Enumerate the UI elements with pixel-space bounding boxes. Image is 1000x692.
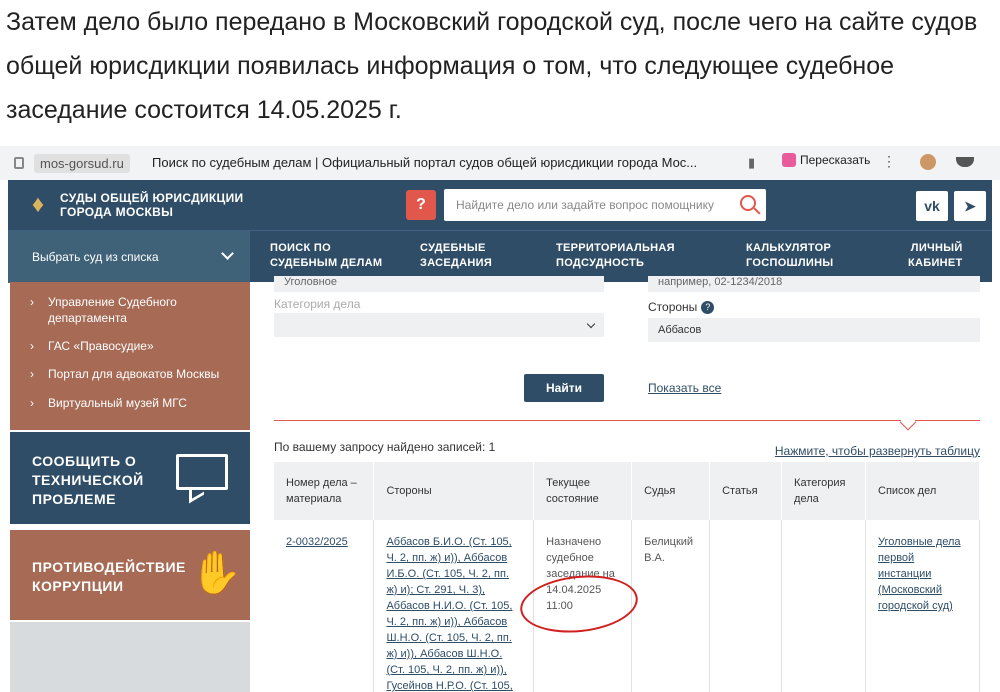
court-select-label: Выбрать суд из списка	[32, 250, 159, 264]
nav-jurisdiction[interactable]: ТЕРРИТОРИАЛЬНАЯ ПОДСУДНОСТЬ	[556, 241, 675, 271]
case-number-link[interactable]: 2-0032/2025	[286, 536, 348, 548]
column-header: Судья	[631, 462, 711, 520]
link-text: департамента	[48, 311, 127, 325]
retell-icon	[782, 153, 796, 167]
status-text: судебное	[546, 552, 594, 564]
sidebar-link-lawyers[interactable]: Портал для адвокатов Москвы	[30, 366, 219, 382]
report-problem-text: СООБЩИТЬ О ТЕХНИЧЕСКОЙ ПРОБЛЕМЕ	[32, 452, 144, 509]
column-header: Текущее состояние	[533, 462, 633, 520]
nav-case-search[interactable]: ПОИСК ПО СУДЕБНЫМ ДЕЛАМ	[270, 241, 382, 271]
nav-label: ПОДСУДНОСТЬ	[556, 257, 645, 269]
category-select[interactable]	[274, 313, 604, 337]
site-logo-text[interactable]: СУДЫ ОБЩЕЙ ЮРИСДИКЦИИ ГОРОДА МОСКВЫ	[60, 191, 260, 219]
banner-line: КОРРУПЦИИ	[32, 578, 124, 594]
coat-of-arms-icon: ♦	[31, 191, 45, 218]
results-table: Номер дела – материала Стороны Текущее с…	[274, 462, 980, 692]
banner-line: ПРОТИВОДЕЙСТВИЕ	[32, 559, 186, 575]
sidebar: Управление Судебного департамента ГАС «П…	[10, 282, 250, 692]
parties-label: Стороны?	[648, 300, 715, 315]
parties-cell: Аббасов Б.И.О. (Ст. 105, Ч. 2, пп. ж) и)…	[373, 520, 535, 692]
extension-icon[interactable]	[920, 154, 936, 170]
article-cell	[709, 520, 783, 692]
find-button[interactable]: Найти	[524, 374, 604, 402]
sidebar-links: Управление Судебного департамента ГАС «П…	[10, 282, 250, 430]
results-count: По вашему запросу найдено записей: 1	[274, 440, 496, 454]
case-type-select[interactable]: Уголовное	[274, 276, 604, 292]
browser-bar: mos-gorsud.ru Поиск по судебным делам | …	[0, 146, 1000, 180]
anti-corruption-banner[interactable]: ПРОТИВОДЕЙСТВИЕ КОРРУПЦИИ ✋	[10, 530, 250, 620]
nav-personal-account[interactable]: ЛИЧНЫЙ КАБИНЕТ	[908, 241, 963, 271]
nav-label: КАЛЬКУЛЯТОР	[746, 242, 832, 254]
bookmark-icon[interactable]: ▮	[748, 155, 755, 171]
search-box	[444, 189, 766, 221]
banner-line: ПРОБЛЕМЕ	[32, 491, 116, 507]
expand-table-link[interactable]: Нажмите, чтобы развернуть таблицу	[775, 444, 980, 458]
nav-label: ПОИСК ПО	[270, 242, 331, 254]
parties-label-text: Стороны	[648, 300, 698, 314]
nav-fee-calculator[interactable]: КАЛЬКУЛЯТОР ГОСПОШЛИНЫ	[746, 241, 833, 271]
category-label: Категория дела	[274, 297, 361, 311]
telegram-icon[interactable]: ➤	[954, 191, 986, 221]
column-header: Список дел	[865, 462, 980, 520]
case-list-link[interactable]: Уголовные дела первой инстанции (Московс…	[878, 536, 961, 612]
judge-cell: Белицкий В.А.	[631, 520, 711, 692]
category-cell	[781, 520, 867, 692]
link-text: Управление Судебного	[48, 295, 177, 309]
nav-label: ТЕРРИТОРИАЛЬНАЯ	[556, 242, 675, 254]
retell-label: Пересказать	[800, 153, 871, 167]
column-header: Статья	[709, 462, 783, 520]
banner-line: ТЕХНИЧЕСКОЙ	[32, 472, 144, 488]
domain-label: mos-gorsud.ru	[34, 153, 130, 173]
nav-label: ГОСПОШЛИНЫ	[746, 257, 834, 269]
article-paragraph: Затем дело было передано в Московский го…	[6, 8, 978, 124]
nav-label: КАБИНЕТ	[908, 257, 963, 269]
lock-icon	[14, 157, 24, 169]
chevron-down-icon	[586, 319, 596, 329]
more-menu-icon[interactable]: ⋮	[882, 153, 896, 170]
list-cell: Уголовные дела первой инстанции (Московс…	[865, 520, 980, 692]
site-name-line2: ГОРОДА МОСКВЫ	[60, 205, 174, 219]
nav-label: СУДЕБНЫЕ	[420, 242, 486, 254]
sidebar-link-museum[interactable]: Виртуальный музей МГС	[30, 395, 187, 411]
browser-tab-title: Поиск по судебным делам | Официальный по…	[152, 155, 698, 170]
site-header: ♦ СУДЫ ОБЩЕЙ ЮРИСДИКЦИИ ГОРОДА МОСКВЫ ? …	[8, 180, 992, 230]
banner-line: СООБЩИТЬ О	[32, 453, 137, 469]
case-number-cell: 2-0032/2025	[274, 520, 375, 692]
divider	[274, 420, 980, 421]
sidebar-link-gas[interactable]: ГАС «Правосудие»	[30, 338, 154, 354]
nav-label: ЛИЧНЫЙ	[910, 242, 963, 254]
help-button[interactable]: ?	[406, 190, 436, 220]
address-bar[interactable]: mos-gorsud.ru	[14, 152, 130, 174]
column-header: Стороны	[373, 462, 535, 520]
nav-label: СУДЕБНЫМ ДЕЛАМ	[270, 257, 383, 269]
column-header: Номер дела – материала	[274, 462, 375, 520]
vk-icon[interactable]: vk	[916, 191, 948, 221]
screenshot: mos-gorsud.ru Поиск по судебным делам | …	[0, 146, 1000, 692]
sidebar-background	[10, 622, 250, 692]
nav-label: ЗАСЕДАНИЯ	[420, 257, 493, 269]
case-number-field[interactable]: например, 02-1234/2018	[648, 276, 980, 292]
retell-button[interactable]: Пересказать	[782, 153, 870, 167]
hand-icon: ✋	[190, 549, 243, 596]
status-text: Назначено	[546, 536, 602, 548]
site-name-line1: СУДЫ ОБЩЕЙ ЮРИСДИКЦИИ	[60, 191, 244, 205]
profile-icon[interactable]	[956, 157, 974, 167]
search-icon[interactable]	[740, 195, 756, 211]
report-problem-banner[interactable]: СООБЩИТЬ О ТЕХНИЧЕСКОЙ ПРОБЛЕМЕ	[10, 432, 250, 524]
help-icon[interactable]: ?	[701, 301, 715, 315]
column-header: Категория дела	[781, 462, 867, 520]
court-select-dropdown[interactable]: Выбрать суд из списка	[8, 231, 250, 283]
main-nav: Выбрать суд из списка ПОИСК ПО СУДЕБНЫМ …	[8, 230, 992, 283]
search-input[interactable]	[444, 189, 734, 221]
show-all-link[interactable]: Показать все	[648, 381, 721, 395]
parties-links[interactable]: Аббасов Б.И.О. (Ст. 105, Ч. 2, пп. ж) и)…	[386, 536, 512, 692]
table-header-row: Номер дела – материала Стороны Текущее с…	[274, 462, 980, 520]
anti-corruption-text: ПРОТИВОДЕЙСТВИЕ КОРРУПЦИИ	[32, 558, 186, 596]
sidebar-link-department[interactable]: Управление Судебного департамента	[30, 294, 177, 326]
chat-icon	[176, 454, 228, 490]
chevron-down-icon	[221, 247, 234, 260]
divider-notch	[899, 413, 917, 431]
nav-court-hearings[interactable]: СУДЕБНЫЕ ЗАСЕДАНИЯ	[420, 241, 492, 271]
parties-field[interactable]: Аббасов	[648, 318, 980, 342]
